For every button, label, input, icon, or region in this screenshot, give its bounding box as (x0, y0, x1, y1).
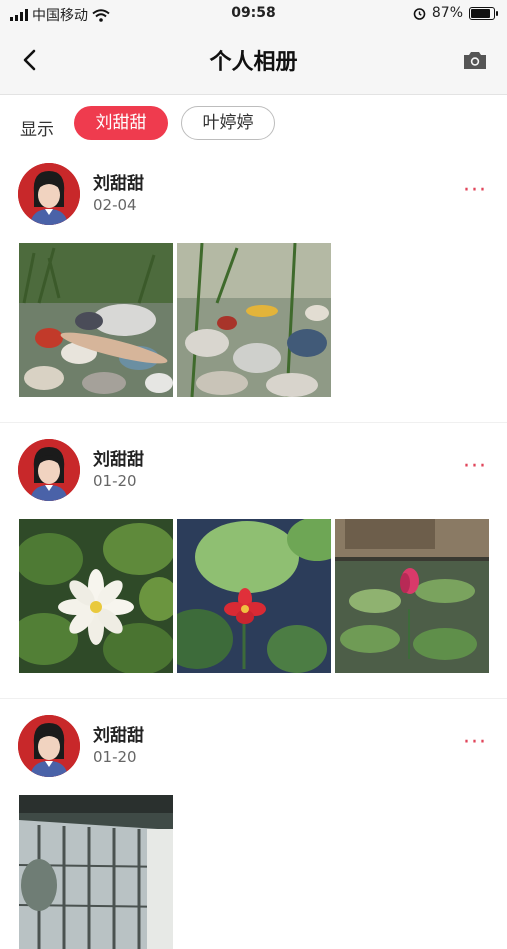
avatar[interactable] (18, 715, 80, 777)
page-title: 个人相册 (209, 50, 298, 75)
avatar[interactable] (18, 163, 80, 225)
camera-icon[interactable] (461, 48, 489, 72)
photo-thumbnail[interactable] (177, 519, 331, 673)
avatar[interactable] (18, 439, 80, 501)
post-author: 刘甜甜 (93, 450, 144, 470)
post-author: 刘甜甜 (93, 174, 144, 194)
photo-thumbnail[interactable] (19, 243, 173, 397)
post-date: 01-20 (93, 472, 137, 490)
photo-thumbnail[interactable] (19, 795, 173, 949)
divider (0, 698, 507, 699)
divider (0, 422, 507, 423)
photo-thumbnail[interactable] (177, 243, 331, 397)
battery-area: 87% (413, 5, 498, 21)
alarm-icon (413, 7, 426, 20)
battery-percent: 87% (431, 5, 463, 21)
post-author: 刘甜甜 (93, 726, 144, 746)
filter-chip[interactable]: 叶婷婷 (181, 106, 275, 140)
more-options-icon[interactable]: ··· (463, 454, 487, 479)
status-bar: 中国移动 09:58 87% (0, 0, 507, 28)
filter-chip-selected[interactable]: 刘甜甜 (74, 106, 168, 140)
post-date: 02-04 (93, 196, 137, 214)
filter-label: 显示 (20, 120, 54, 140)
nav-header: 个人相册 (0, 28, 507, 95)
battery-icon (469, 6, 498, 20)
photo-thumbnail[interactable] (335, 519, 489, 673)
filter-bar: 显示 刘甜甜 叶婷婷 (0, 95, 507, 153)
photo-thumbnail[interactable] (19, 519, 173, 673)
more-options-icon[interactable]: ··· (463, 178, 487, 203)
more-options-icon[interactable]: ··· (463, 730, 487, 755)
post-date: 01-20 (93, 748, 137, 766)
